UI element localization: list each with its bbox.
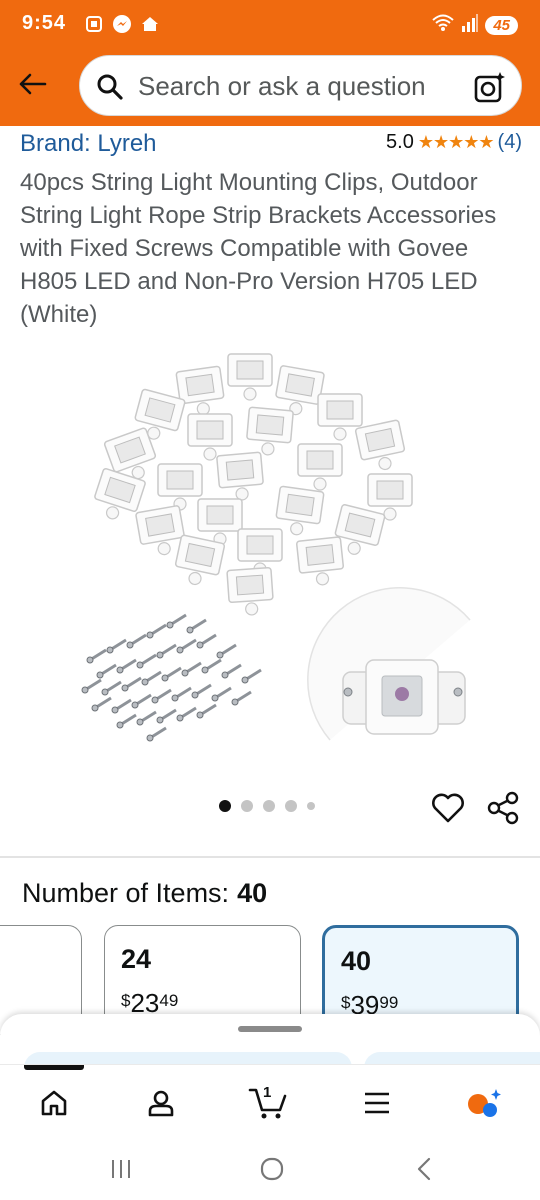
- carousel-dot[interactable]: [307, 802, 315, 810]
- share-button[interactable]: [486, 790, 522, 826]
- carousel-dot[interactable]: [219, 800, 231, 812]
- screenshot-notification-icon: [84, 14, 104, 34]
- product-info: Brand: Lyreh 5.0 ★★★★★ (4) 40pcs String …: [20, 128, 522, 331]
- rating-summary[interactable]: 5.0 ★★★★★ (4): [386, 131, 522, 154]
- status-bar: 9:54 45: [0, 0, 540, 50]
- search-bar[interactable]: [79, 55, 522, 116]
- clip-pile: [89, 353, 413, 618]
- chevron-left-icon: [417, 1157, 431, 1181]
- product-title: 40pcs String Light Mounting Clips, Outdo…: [20, 169, 497, 328]
- messenger-notification-icon: [112, 14, 132, 34]
- home-circle-icon: [260, 1157, 284, 1181]
- screw-pile: [80, 613, 263, 743]
- search-input[interactable]: [138, 66, 460, 106]
- home-system-button[interactable]: [252, 1154, 292, 1184]
- cart-count-badge: 1: [263, 1084, 272, 1101]
- back-system-button[interactable]: [404, 1154, 444, 1184]
- camera-lens-icon[interactable]: [473, 70, 507, 104]
- option-quantity: 24: [121, 944, 152, 974]
- led-detail-inset: [307, 587, 471, 741]
- home-notification-icon: [140, 14, 160, 34]
- wifi-icon: [431, 13, 455, 38]
- status-notification-icons: [84, 14, 160, 34]
- search-icon: [97, 74, 123, 100]
- recent-apps-icon: [112, 1160, 130, 1178]
- brand-link[interactable]: Brand: Lyreh: [20, 130, 157, 158]
- header-bar: 9:54 45: [0, 0, 540, 126]
- section-divider: [0, 856, 540, 858]
- star-rating-icon: ★★★★★: [417, 132, 495, 152]
- signal-icon: [461, 13, 479, 38]
- nav-rufus[interactable]: [462, 1081, 506, 1125]
- heart-icon: [432, 793, 464, 823]
- recent-apps-button[interactable]: [101, 1154, 141, 1184]
- product-image-carousel[interactable]: [0, 330, 540, 780]
- sheet-drag-handle[interactable]: [238, 1026, 302, 1032]
- product-image: [80, 353, 471, 743]
- account-icon: [148, 1090, 174, 1117]
- share-icon: [487, 791, 519, 825]
- home-icon: [41, 1090, 67, 1116]
- active-tab-indicator: [24, 1065, 84, 1070]
- nav-account[interactable]: [139, 1081, 183, 1125]
- arrow-left-icon: [19, 73, 47, 95]
- rufus-assistant-icon: [468, 1089, 501, 1117]
- brand-row: Brand: Lyreh 5.0 ★★★★★ (4): [20, 128, 522, 158]
- rating-count: (4): [497, 131, 522, 153]
- carousel-dot[interactable]: [285, 800, 297, 812]
- battery-level: 45: [485, 16, 518, 35]
- status-time: 9:54: [22, 12, 67, 34]
- menu-icon: [365, 1092, 389, 1114]
- app-root: 9:54 45 Search or ask a question Brand: …: [0, 0, 540, 1200]
- rating-value: 5.0: [386, 131, 414, 153]
- nav-home[interactable]: [32, 1081, 76, 1125]
- variation-label: Number of Items:: [22, 878, 230, 908]
- bottom-navigation: 1: [0, 1064, 540, 1136]
- variation-selected-value: 40: [237, 878, 268, 908]
- nav-cart[interactable]: 1: [246, 1081, 290, 1125]
- variation-label-row: Number of Items: 40: [22, 878, 267, 909]
- wishlist-button[interactable]: [430, 790, 466, 826]
- carousel-dot[interactable]: [263, 800, 275, 812]
- system-navigation-bar: [0, 1136, 540, 1200]
- carousel-dot[interactable]: [241, 800, 253, 812]
- status-system-icons: 45: [431, 13, 518, 38]
- nav-menu[interactable]: [355, 1081, 399, 1125]
- back-button[interactable]: [14, 66, 50, 102]
- option-quantity: 40: [341, 946, 372, 976]
- carousel-dots[interactable]: [219, 800, 315, 812]
